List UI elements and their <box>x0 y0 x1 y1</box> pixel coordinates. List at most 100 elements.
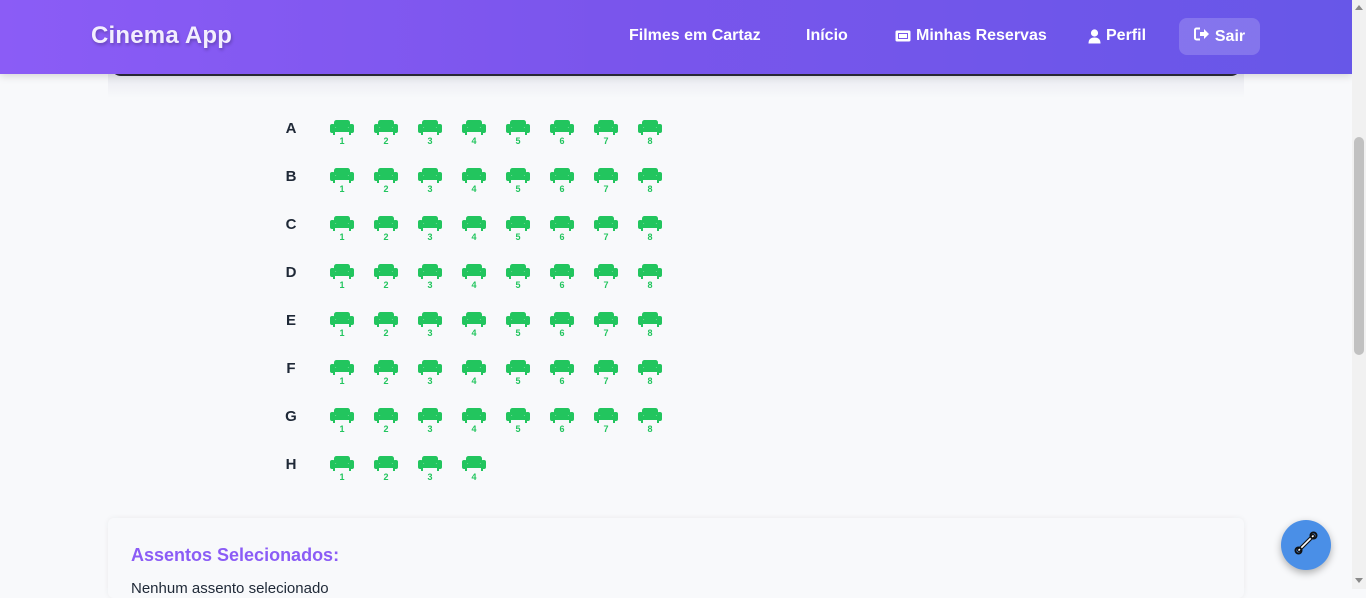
seat-c3[interactable]: 3 <box>417 215 443 245</box>
seat-number: 7 <box>603 136 609 146</box>
seat-number: 6 <box>559 280 565 290</box>
seat-h2[interactable]: 2 <box>373 455 399 485</box>
seat-e8[interactable]: 8 <box>637 311 663 341</box>
seat-f7[interactable]: 7 <box>593 359 619 389</box>
seat-h4[interactable]: 4 <box>461 455 487 485</box>
seat-row-a: A 1 2 3 4 5 6 7 8 <box>280 113 680 153</box>
seat-e5[interactable]: 5 <box>505 311 531 341</box>
seat-g5[interactable]: 5 <box>505 407 531 437</box>
seat-e4[interactable]: 4 <box>461 311 487 341</box>
seat-number: 4 <box>471 328 477 338</box>
seat-c5[interactable]: 5 <box>505 215 531 245</box>
seat-b3[interactable]: 3 <box>417 167 443 197</box>
seat-e3[interactable]: 3 <box>417 311 443 341</box>
seat-number: 3 <box>427 232 433 242</box>
seat-e2[interactable]: 2 <box>373 311 399 341</box>
seat-d5[interactable]: 5 <box>505 263 531 293</box>
nav-filmes-em-cartaz[interactable]: Filmes em Cartaz <box>629 27 761 45</box>
seat-h1[interactable]: 1 <box>329 455 355 485</box>
seat-a6[interactable]: 6 <box>549 119 575 149</box>
seat-d7[interactable]: 7 <box>593 263 619 293</box>
logout-label: Sair <box>1214 27 1246 45</box>
couch-icon <box>593 263 619 279</box>
seat-f6[interactable]: 6 <box>549 359 575 389</box>
seat-b7[interactable]: 7 <box>593 167 619 197</box>
seat-number: 1 <box>339 136 345 146</box>
seat-b6[interactable]: 6 <box>549 167 575 197</box>
seat-number: 3 <box>427 376 433 386</box>
couch-icon <box>417 359 443 375</box>
seat-c2[interactable]: 2 <box>373 215 399 245</box>
seat-b4[interactable]: 4 <box>461 167 487 197</box>
seat-h3[interactable]: 3 <box>417 455 443 485</box>
seat-g1[interactable]: 1 <box>329 407 355 437</box>
seat-number: 7 <box>603 280 609 290</box>
couch-icon <box>593 359 619 375</box>
seat-d8[interactable]: 8 <box>637 263 663 293</box>
row-label: D <box>285 264 297 281</box>
seat-e6[interactable]: 6 <box>549 311 575 341</box>
scroll-down-arrow-icon[interactable] <box>1355 578 1363 583</box>
seat-a7[interactable]: 7 <box>593 119 619 149</box>
seat-a4[interactable]: 4 <box>461 119 487 149</box>
seat-e7[interactable]: 7 <box>593 311 619 341</box>
seat-d3[interactable]: 3 <box>417 263 443 293</box>
seat-number: 5 <box>515 136 521 146</box>
nav-inicio[interactable]: Início <box>806 27 848 45</box>
seat-f3[interactable]: 3 <box>417 359 443 389</box>
logout-button[interactable]: Sair <box>1179 18 1260 55</box>
seat-c8[interactable]: 8 <box>637 215 663 245</box>
seat-a1[interactable]: 1 <box>329 119 355 149</box>
seat-c1[interactable]: 1 <box>329 215 355 245</box>
top-navbar: Cinema App Filmes em Cartaz Início Minha… <box>0 0 1352 74</box>
seat-number: 4 <box>471 472 477 482</box>
row-label: E <box>285 312 296 329</box>
seat-d1[interactable]: 1 <box>329 263 355 293</box>
couch-icon <box>505 215 531 231</box>
seat-number: 4 <box>471 184 477 194</box>
brand-logo[interactable]: Cinema App <box>91 22 232 50</box>
selected-seats-card: Assentos Selecionados: Nenhum assento se… <box>108 518 1244 598</box>
seat-b5[interactable]: 5 <box>505 167 531 197</box>
seat-number: 1 <box>339 472 345 482</box>
vertical-scrollbar[interactable] <box>1352 0 1366 589</box>
couch-icon <box>593 215 619 231</box>
seat-d2[interactable]: 2 <box>373 263 399 293</box>
couch-icon <box>329 359 355 375</box>
seat-b1[interactable]: 1 <box>329 167 355 197</box>
nav-minhas-reservas[interactable]: Minhas Reservas <box>895 27 1047 45</box>
seat-f4[interactable]: 4 <box>461 359 487 389</box>
seat-d6[interactable]: 6 <box>549 263 575 293</box>
seat-b2[interactable]: 2 <box>373 167 399 197</box>
seat-f5[interactable]: 5 <box>505 359 531 389</box>
seat-c4[interactable]: 4 <box>461 215 487 245</box>
nav-perfil[interactable]: Perfil <box>1088 27 1146 45</box>
nav-item-label: Minhas Reservas <box>916 27 1047 44</box>
seat-g6[interactable]: 6 <box>549 407 575 437</box>
seat-a2[interactable]: 2 <box>373 119 399 149</box>
seat-a8[interactable]: 8 <box>637 119 663 149</box>
scrollbar-thumb[interactable] <box>1354 137 1364 355</box>
seat-number: 5 <box>515 424 521 434</box>
seat-g4[interactable]: 4 <box>461 407 487 437</box>
seat-c7[interactable]: 7 <box>593 215 619 245</box>
seat-f8[interactable]: 8 <box>637 359 663 389</box>
seat-g3[interactable]: 3 <box>417 407 443 437</box>
seat-g8[interactable]: 8 <box>637 407 663 437</box>
seat-a3[interactable]: 3 <box>417 119 443 149</box>
seat-c6[interactable]: 6 <box>549 215 575 245</box>
seat-number: 6 <box>559 376 565 386</box>
seat-g7[interactable]: 7 <box>593 407 619 437</box>
seat-number: 3 <box>427 280 433 290</box>
seat-f1[interactable]: 1 <box>329 359 355 389</box>
floating-tools-button[interactable] <box>1281 520 1331 570</box>
seat-f2[interactable]: 2 <box>373 359 399 389</box>
seat-a5[interactable]: 5 <box>505 119 531 149</box>
scroll-up-arrow-icon[interactable] <box>1355 5 1363 10</box>
seat-b8[interactable]: 8 <box>637 167 663 197</box>
seat-e1[interactable]: 1 <box>329 311 355 341</box>
seat-d4[interactable]: 4 <box>461 263 487 293</box>
seat-number: 1 <box>339 232 345 242</box>
seat-g2[interactable]: 2 <box>373 407 399 437</box>
seat-number: 5 <box>515 280 521 290</box>
